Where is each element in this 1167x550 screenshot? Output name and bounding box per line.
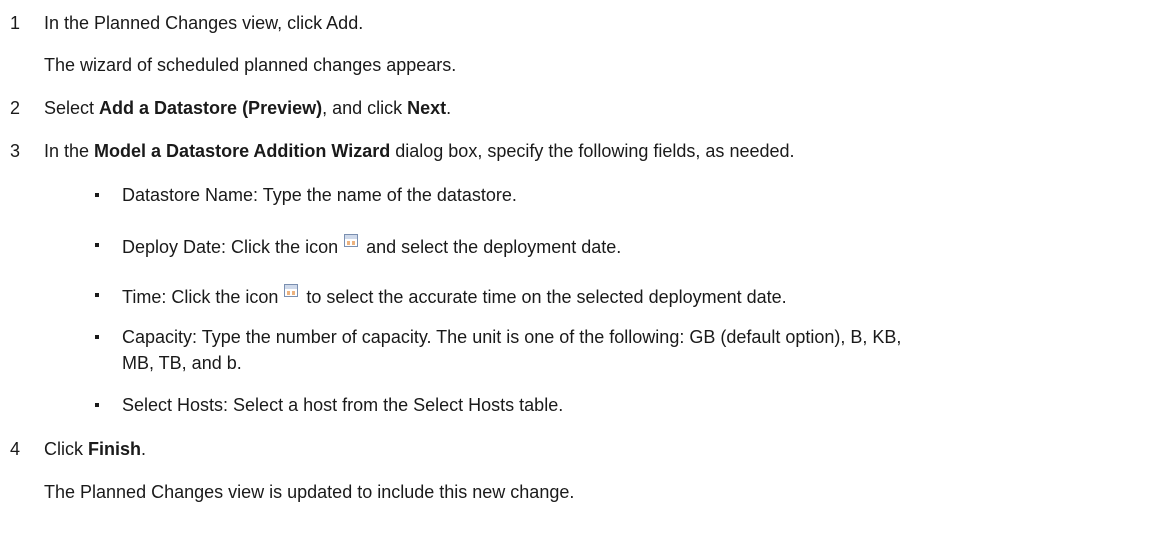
- step-number: 4: [10, 439, 21, 459]
- step-text-part: .: [141, 439, 147, 459]
- calendar-icon: [344, 234, 359, 247]
- bullet-marker: [95, 293, 99, 297]
- ui-element-name: Next: [407, 98, 447, 118]
- step-note: The wizard of scheduled planned changes …: [44, 55, 457, 75]
- field-description: Datastore Name: Type the name of the dat…: [122, 185, 517, 205]
- calendar-icon: [284, 284, 299, 297]
- field-text-part: Time: Click the icon: [122, 287, 279, 307]
- step-number: 1: [10, 13, 21, 33]
- field-description-continued: MB, TB, and b.: [122, 353, 242, 373]
- bullet-marker: [95, 403, 99, 407]
- field-text-part: Deploy Date: Click the icon: [122, 237, 339, 257]
- step-text-part: .: [446, 98, 452, 118]
- step-text: Click Finish.: [44, 438, 146, 460]
- step-text-part: dialog box, specify the following fields…: [390, 141, 795, 161]
- step-text: In the Planned Changes view, click Add.: [44, 13, 364, 33]
- document: 1 In the Planned Changes view, click Add…: [0, 0, 1167, 550]
- step-text-part: Select: [44, 98, 100, 118]
- step-text-part: Click: [44, 439, 88, 459]
- step-text-part: In the: [44, 141, 95, 161]
- field-text-part: and select the deployment date.: [366, 237, 622, 257]
- bullet-marker: [95, 193, 99, 197]
- step-note: The Planned Changes view is updated to i…: [44, 482, 575, 502]
- step-text-part: , and click: [322, 98, 408, 118]
- field-description: Capacity: Type the number of capacity. T…: [122, 327, 902, 347]
- step-number: 2: [10, 98, 21, 118]
- bullet-marker: [95, 243, 99, 247]
- field-text-part: to select the accurate time on the selec…: [306, 287, 787, 307]
- field-description: Time: Click the icon to select the accura…: [122, 284, 787, 308]
- step-text: Select Add a Datastore (Preview), and cl…: [44, 97, 451, 119]
- ui-element-name: Model a Datastore Addition Wizard: [94, 141, 391, 161]
- field-description: Deploy Date: Click the icon and select th…: [122, 234, 621, 258]
- ui-element-name: Finish: [88, 439, 141, 459]
- ui-element-name: Add a Datastore (Preview): [99, 98, 323, 118]
- bullet-marker: [95, 335, 99, 339]
- field-description: Select Hosts: Select a host from the Sel…: [122, 395, 564, 415]
- step-text: In the Model a Datastore Addition Wizard…: [44, 140, 795, 162]
- step-number: 3: [10, 141, 21, 161]
